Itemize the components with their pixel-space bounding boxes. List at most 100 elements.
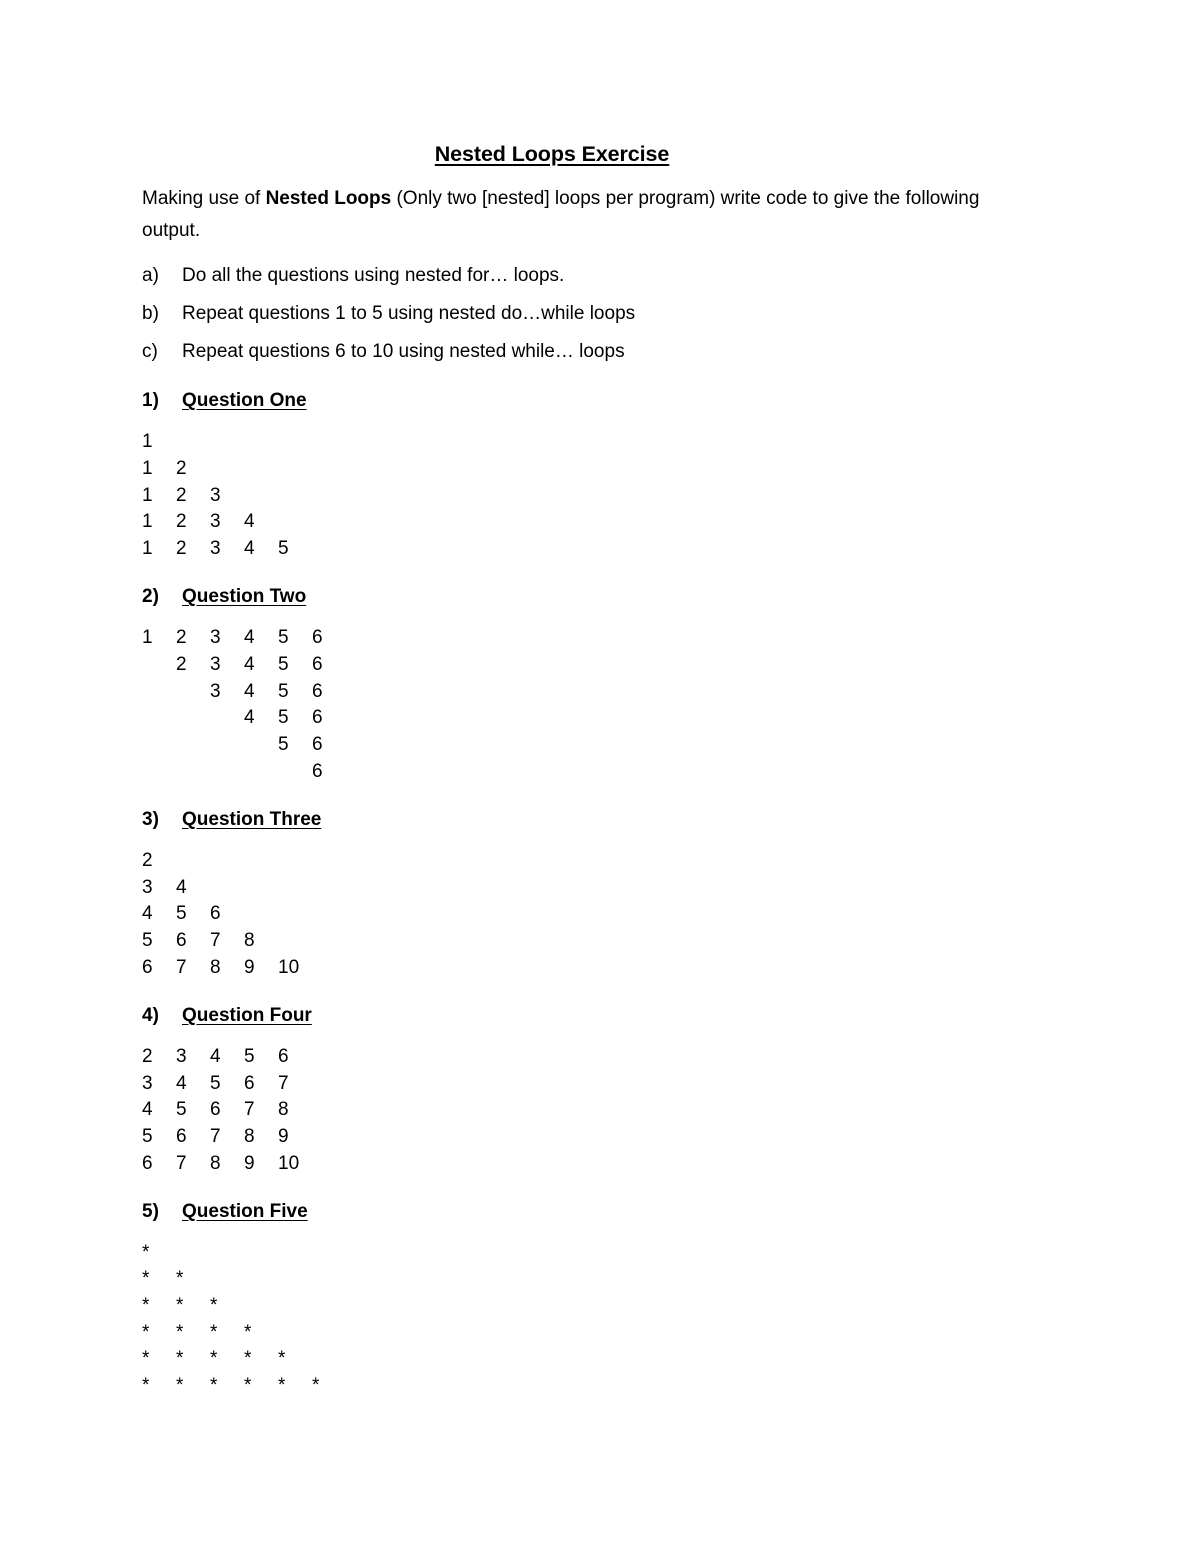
pattern-cell: 9 — [244, 1152, 255, 1174]
pattern-cell: 6 — [312, 680, 323, 702]
pattern-cell: * — [210, 1321, 218, 1343]
pattern-cell: 6 — [244, 1072, 255, 1094]
pattern-cell: * — [176, 1321, 184, 1343]
pattern-cell: 4 — [244, 707, 255, 729]
pattern-cell: 2 — [176, 626, 187, 648]
pattern-cell-empty — [244, 732, 278, 759]
question-number: 3) — [142, 808, 159, 830]
question-heading-2: 2) Question Two — [142, 583, 1010, 611]
pattern-block-3: 2 3 4 4 5 6 5 6 7 8 6 7 8 9 10 — [142, 848, 1010, 982]
pattern-cell: 3 — [210, 538, 221, 560]
pattern-cell: 3 — [142, 876, 153, 898]
pattern-cell: 1 — [142, 626, 153, 648]
pattern-row: 12 — [142, 456, 1010, 483]
pattern-cell: 3 — [210, 653, 221, 675]
pattern-row: 5 6 7 8 — [142, 928, 1010, 955]
pattern-cell-empty — [176, 679, 210, 706]
pattern-row: 6 — [142, 759, 1010, 786]
pattern-cell-empty — [142, 679, 176, 706]
pattern-cell: 4 — [244, 511, 255, 533]
pattern-row: * * * * * — [142, 1346, 1010, 1373]
pattern-cell: 2 — [142, 849, 153, 871]
pattern-row: * * * — [142, 1293, 1010, 1320]
list-item: a) Do all the questions using nested for… — [142, 261, 1010, 291]
pattern-cell: 3 — [210, 680, 221, 702]
pattern-cell: * — [210, 1348, 218, 1370]
pattern-cell: 2 — [142, 1045, 153, 1067]
pattern-cell: 10 — [278, 1152, 300, 1174]
pattern-cell-empty — [278, 759, 312, 786]
pattern-cell: * — [176, 1268, 184, 1290]
pattern-cell: 4 — [176, 1072, 187, 1094]
pattern-cell: * — [210, 1294, 218, 1316]
pattern-cell: 4 — [210, 1045, 221, 1067]
pattern-row: 4 5 6 — [142, 901, 1010, 928]
pattern-row: 1 2 3 4 5 — [142, 536, 1010, 563]
pattern-cell: 6 — [210, 1099, 221, 1121]
pattern-cell: * — [244, 1348, 252, 1370]
intro-bold-term: Nested Loops — [265, 188, 392, 209]
intro-text-before: Making use of — [142, 188, 266, 209]
pattern-cell: 6 — [312, 626, 323, 648]
pattern-cell: 4 — [244, 626, 255, 648]
list-marker: b) — [142, 303, 159, 324]
pattern-row: 6 7 8 9 10 — [142, 1151, 1010, 1178]
pattern-cell-empty — [176, 732, 210, 759]
pattern-cell: * — [278, 1348, 286, 1370]
pattern-cell: * — [278, 1374, 286, 1396]
pattern-cell: 1 — [142, 538, 153, 560]
pattern-cell: * — [142, 1321, 150, 1343]
question-label: Question Three — [182, 808, 322, 830]
pattern-cell: 3 — [210, 626, 221, 648]
pattern-cell: * — [244, 1321, 252, 1343]
list-item-label: Do all the questions using nested for… l… — [182, 265, 565, 286]
pattern-row: 2 — [142, 848, 1010, 875]
pattern-cell-empty — [176, 705, 210, 732]
pattern-cell: 4 — [244, 680, 255, 702]
pattern-row: 1 — [142, 429, 1010, 456]
list-marker: c) — [142, 341, 158, 362]
pattern-cell: * — [210, 1374, 218, 1396]
question-label: Question One — [182, 390, 307, 411]
pattern-cell: * — [142, 1374, 150, 1396]
pattern-cell-empty — [244, 759, 278, 786]
pattern-cell: 2 — [176, 511, 187, 533]
question-heading-3: 3) Question Three — [142, 806, 1010, 834]
pattern-cell: 7 — [210, 1126, 221, 1148]
pattern-cell: 6 — [312, 707, 323, 729]
pattern-row: 6 7 8 9 10 — [142, 955, 1010, 982]
pattern-row: 4 5 6 7 8 — [142, 1097, 1010, 1124]
pattern-cell: 6 — [312, 734, 323, 756]
pattern-cell: * — [142, 1294, 150, 1316]
pattern-cell: 5 — [278, 538, 289, 560]
pattern-block-1: 112123123412345 — [142, 429, 1010, 563]
pattern-row: 4 5 6 — [142, 705, 1010, 732]
question-number: 5) — [142, 1200, 159, 1222]
pattern-cell: 7 — [176, 1152, 187, 1174]
pattern-cell: * — [142, 1241, 150, 1263]
pattern-cell: 7 — [278, 1072, 289, 1094]
pattern-cell-empty — [210, 705, 244, 732]
pattern-row: 1 2 3 — [142, 483, 1010, 510]
pattern-row: 56 — [142, 732, 1010, 759]
pattern-cell-empty — [210, 759, 244, 786]
pattern-cell: 5 — [142, 930, 153, 952]
pattern-block-2: 123456 23456 3456 456 56 6 — [142, 625, 1010, 786]
question-heading-5: 5) Question Five — [142, 1198, 1010, 1226]
pattern-cell: 7 — [210, 930, 221, 952]
pattern-cell: * — [176, 1294, 184, 1316]
pattern-cell: 8 — [244, 930, 255, 952]
pattern-row: 34 — [142, 875, 1010, 902]
pattern-cell: 8 — [210, 956, 221, 978]
pattern-cell: 2 — [176, 538, 187, 560]
pattern-cell: 6 — [176, 1126, 187, 1148]
pattern-row: 2 3 4 5 6 — [142, 652, 1010, 679]
pattern-cell: 6 — [312, 653, 323, 675]
pattern-cell: 9 — [278, 1126, 289, 1148]
pattern-cell: 5 — [278, 626, 289, 648]
pattern-cell: 1 — [142, 431, 153, 452]
pattern-cell: 8 — [278, 1099, 289, 1121]
pattern-cell: 7 — [176, 956, 187, 978]
pattern-cell: 5 — [244, 1045, 255, 1067]
pattern-cell: * — [176, 1374, 184, 1396]
